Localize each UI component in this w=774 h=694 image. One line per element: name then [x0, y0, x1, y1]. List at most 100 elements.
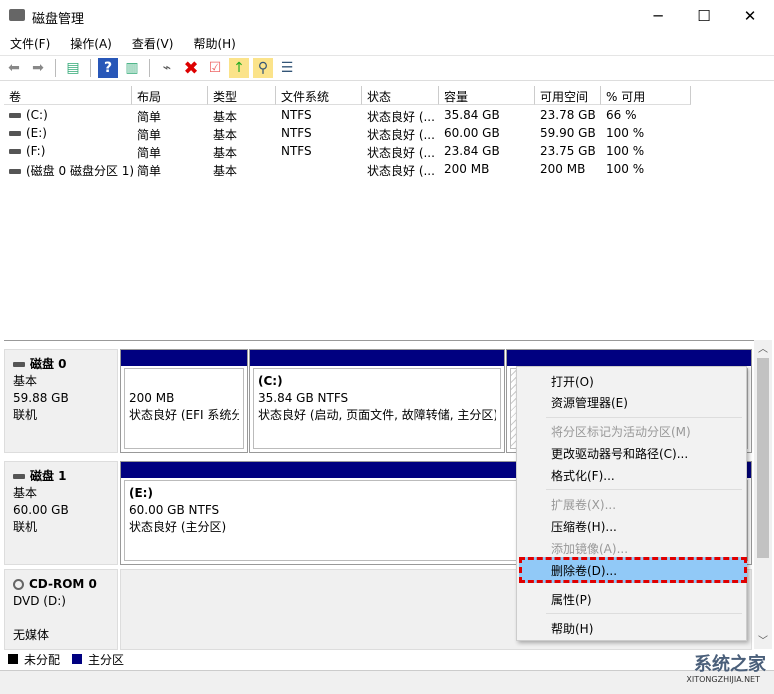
column-header-free-space[interactable]: 可用空间	[535, 86, 601, 105]
menu-help[interactable]: 帮助(H)	[183, 32, 245, 54]
menu-view[interactable]: 查看(V)	[122, 32, 184, 54]
context-menu-item[interactable]: 帮助(H)	[551, 620, 593, 637]
table-cell[interactable]: 简单	[132, 106, 166, 124]
legend-unallocated: 未分配	[24, 652, 61, 667]
scroll-down-icon[interactable]: ﹀	[754, 632, 772, 647]
cell-text: 23.84 GB	[444, 144, 500, 158]
cell-text: 基本	[213, 128, 238, 142]
connect-drive-icon[interactable]: ⌁	[157, 58, 177, 78]
table-cell[interactable]: (C:)	[4, 106, 53, 124]
table-cell[interactable]: 状态良好 (...	[362, 160, 440, 178]
properties-check-icon[interactable]: ☑	[205, 58, 225, 78]
column-header-filesystem[interactable]: 文件系统	[276, 86, 362, 105]
column-header-status[interactable]: 状态	[362, 86, 439, 105]
menu-action[interactable]: 操作(A)	[60, 32, 122, 54]
table-cell[interactable]: 基本	[208, 124, 242, 142]
table-cell[interactable]: 简单	[132, 160, 166, 178]
context-menu-item[interactable]: 删除卷(D)...	[551, 562, 617, 579]
toolbar-separator	[149, 59, 150, 77]
column-header-type[interactable]: 类型	[208, 86, 276, 105]
table-cell[interactable]: 基本	[208, 142, 242, 160]
table-cell[interactable]: 100 %	[601, 160, 649, 178]
table-cell[interactable]: (F:)	[4, 142, 50, 160]
disk-status: 联机	[13, 408, 38, 422]
maximize-button[interactable]: ☐	[681, 0, 727, 32]
drive-icon	[9, 169, 21, 174]
disk-type: 基本	[13, 374, 38, 388]
scrollbar-thumb[interactable]	[757, 358, 769, 558]
table-cell[interactable]: 简单	[132, 124, 166, 142]
disk-1-label[interactable]: 磁盘 1 基本 60.00 GB 联机	[4, 461, 118, 565]
table-cell[interactable]: NTFS	[276, 142, 317, 160]
cell-text: 简单	[137, 128, 162, 142]
table-cell[interactable]: (磁盘 0 磁盘分区 1)	[4, 160, 139, 178]
table-cell[interactable]: 状态良好 (...	[362, 124, 440, 142]
show-hide-console-tree-icon[interactable]: ▤	[63, 58, 83, 78]
table-cell[interactable]	[276, 160, 286, 178]
forward-icon[interactable]: ➡	[28, 58, 48, 78]
disk-management-icon	[9, 9, 25, 21]
cell-text: (F:)	[26, 144, 46, 158]
table-cell[interactable]: 23.84 GB	[439, 142, 505, 160]
table-cell[interactable]: 23.78 GB	[535, 106, 601, 124]
scroll-up-icon[interactable]: ︿	[754, 340, 772, 355]
cell-text: 100 %	[606, 162, 645, 176]
table-cell[interactable]: 简单	[132, 142, 166, 160]
context-menu-item[interactable]: 添加镜像(A)...	[551, 540, 628, 557]
table-cell[interactable]: (E:)	[4, 124, 52, 142]
context-menu-item[interactable]: 将分区标记为活动分区(M)	[551, 423, 691, 440]
table-cell[interactable]: 100 %	[601, 142, 649, 160]
cdrom-icon	[13, 579, 24, 590]
close-button[interactable]: ✕	[727, 0, 773, 32]
watermark-url: XITONGZHIJIA.NET	[686, 675, 760, 684]
column-header-layout[interactable]: 布局	[132, 86, 208, 105]
toolbar-separator	[55, 59, 56, 77]
vertical-scrollbar[interactable]: ︿ ﹀	[754, 340, 772, 649]
column-header-capacity[interactable]: 容量	[439, 86, 535, 105]
partition-c[interactable]: (C:) 35.84 GB NTFS 状态良好 (启动, 页面文件, 故障转储, 主…	[249, 349, 505, 453]
table-cell[interactable]: NTFS	[276, 106, 317, 124]
table-cell[interactable]: 23.75 GB	[535, 142, 601, 160]
help-icon[interactable]: ?	[98, 58, 118, 78]
context-menu-item[interactable]: 属性(P)	[551, 591, 592, 608]
cdrom-0-label[interactable]: CD-ROM 0 DVD (D:) 无媒体	[4, 569, 118, 650]
table-cell[interactable]: 59.90 GB	[535, 124, 601, 142]
delete-icon[interactable]: ✖	[181, 58, 201, 79]
table-cell[interactable]: 状态良好 (...	[362, 142, 440, 160]
table-cell[interactable]: 200 MB	[439, 160, 494, 178]
disk-name: 磁盘 1	[30, 469, 67, 483]
back-icon[interactable]: ⬅	[4, 58, 24, 78]
context-menu-item[interactable]: 更改驱动器号和路径(C)...	[551, 445, 688, 462]
context-menu-item[interactable]: 压缩卷(H)...	[551, 518, 617, 535]
table-cell[interactable]: 状态良好 (...	[362, 106, 440, 124]
volume-list: 卷 布局 类型 文件系统 状态 容量 可用空间 % 可用 (C:) 简单 基本 NTF…	[4, 86, 774, 336]
context-menu-item[interactable]: 打开(O)	[551, 373, 594, 390]
table-cell[interactable]: 基本	[208, 160, 242, 178]
primary-partition-swatch	[72, 654, 83, 664]
show-hide-action-pane-icon[interactable]: ▥	[122, 58, 142, 78]
table-cell[interactable]: 200 MB	[535, 160, 590, 178]
context-menu-item[interactable]: 格式化(F)...	[551, 467, 615, 484]
disk-size: 60.00 GB	[13, 503, 69, 517]
menu-file[interactable]: 文件(F)	[0, 32, 60, 54]
table-cell[interactable]: 基本	[208, 106, 242, 124]
cell-text: 66 %	[606, 108, 637, 122]
table-cell[interactable]: NTFS	[276, 124, 317, 142]
folder-search-icon[interactable]: ⚲	[253, 58, 273, 78]
minimize-button[interactable]: ─	[635, 0, 681, 32]
table-cell[interactable]: 35.84 GB	[439, 106, 505, 124]
column-header-volume[interactable]: 卷	[4, 86, 132, 105]
cell-text: 59.90 GB	[540, 126, 596, 140]
disk-icon	[13, 474, 25, 479]
table-cell[interactable]: 100 %	[601, 124, 649, 142]
legend: 未分配 主分区	[4, 650, 754, 668]
table-cell[interactable]: 60.00 GB	[439, 124, 505, 142]
table-cell[interactable]: 66 %	[601, 106, 642, 124]
context-menu-item[interactable]: 资源管理器(E)	[551, 394, 628, 411]
folder-up-icon[interactable]: ↑	[229, 58, 249, 78]
context-menu-item[interactable]: 扩展卷(X)...	[551, 496, 616, 513]
checklist-icon[interactable]: ☰	[277, 58, 297, 78]
column-header-percent-free[interactable]: % 可用	[601, 86, 691, 105]
disk-0-label[interactable]: 磁盘 0 基本 59.88 GB 联机	[4, 349, 118, 453]
partition-efi[interactable]: 200 MB 状态良好 (EFI 系统分	[120, 349, 248, 453]
